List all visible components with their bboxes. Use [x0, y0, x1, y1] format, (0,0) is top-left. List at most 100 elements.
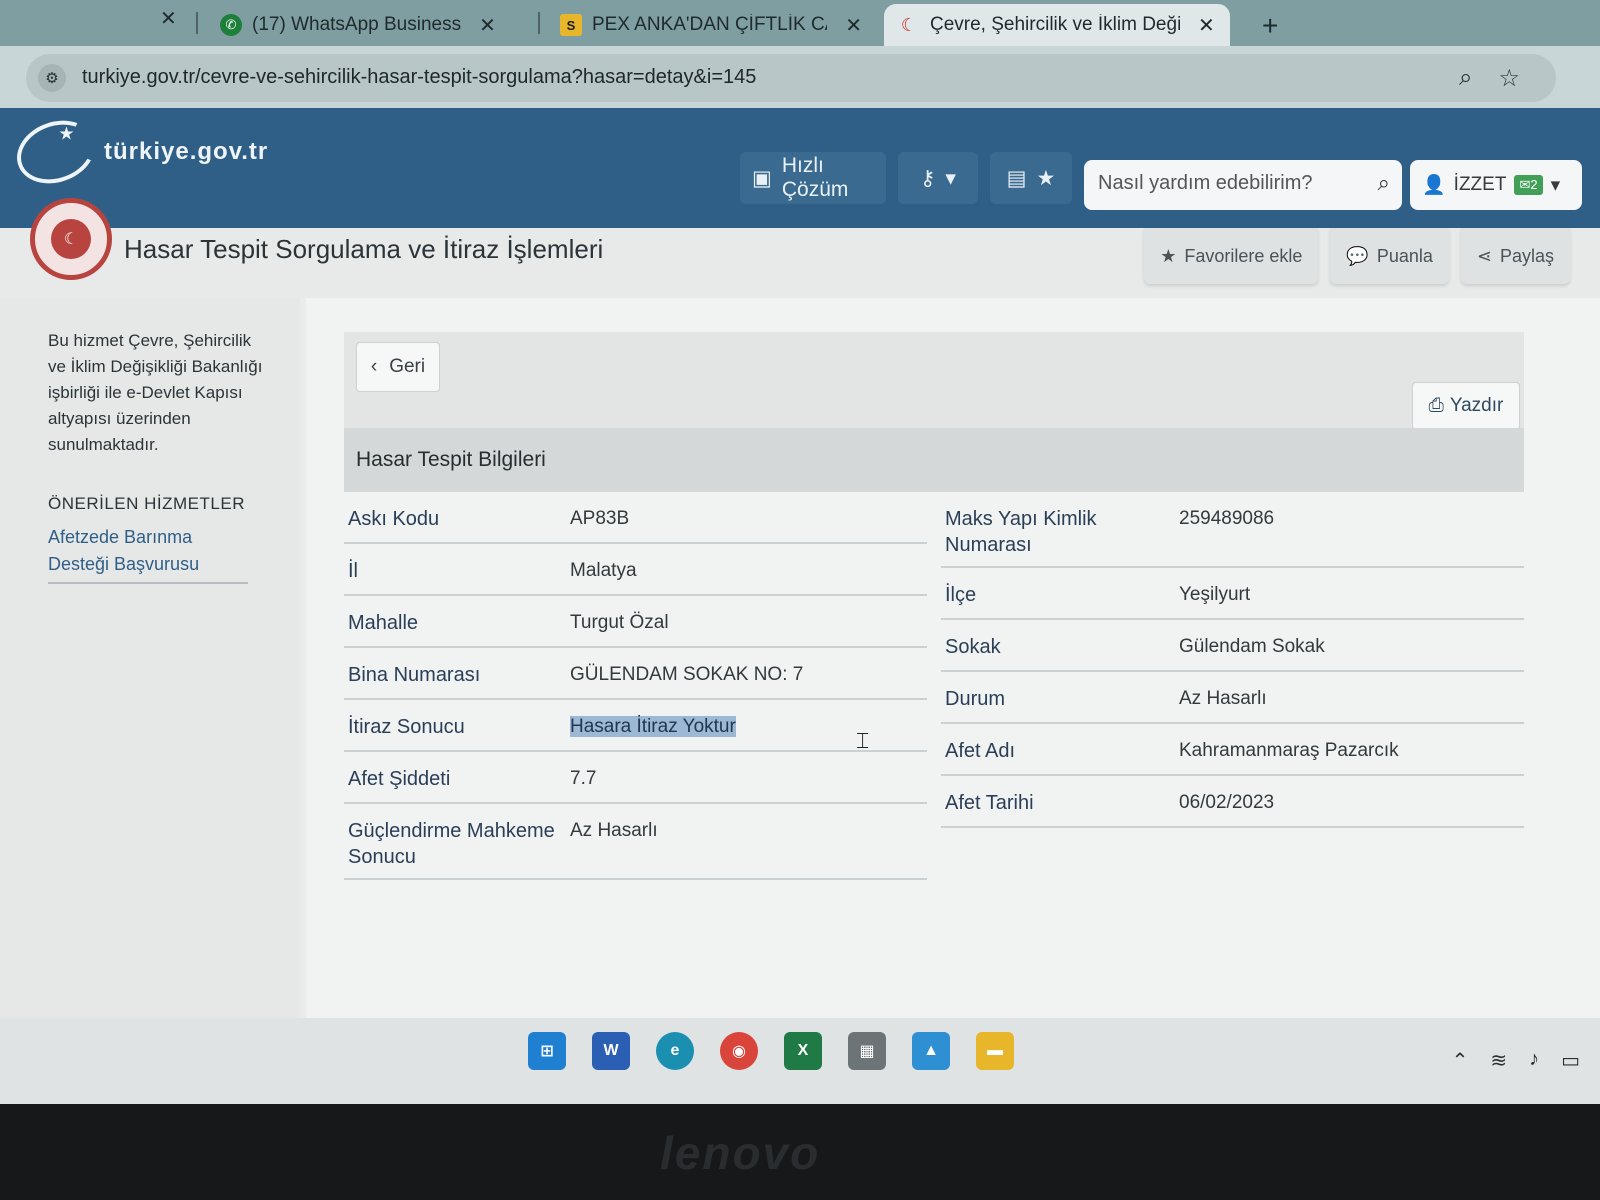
field-label: Afet Tarihi — [945, 792, 1034, 814]
toolbar-panel — [344, 332, 1524, 428]
suggested-service-link[interactable]: Afetzede Barınma Desteği Başvurusu — [48, 524, 248, 584]
close-tab-icon[interactable]: ✕ — [479, 13, 496, 38]
field-label: Askı Kodu — [348, 508, 440, 530]
field-row: İtiraz Sonucu Hasara İtiraz Yoktur — [344, 700, 927, 752]
field-row: Mahalle Turgut Özal — [344, 596, 927, 648]
field-row: Maks Yapı Kimlik Numarası 259489086 — [941, 492, 1524, 568]
print-button[interactable]: ⎙ Yazdır — [1412, 382, 1520, 430]
wifi-icon[interactable]: ≋ — [1490, 1048, 1507, 1073]
chevron-up-icon[interactable]: ⌃ — [1452, 1048, 1469, 1073]
windows-start-icon[interactable]: ⊞ — [528, 1032, 566, 1070]
service-info-text: Bu hizmet Çevre, Şehircilik ve İklim Değ… — [48, 331, 263, 454]
user-icon: 👤 — [1422, 175, 1446, 196]
share-icon: ⋖ — [1476, 245, 1492, 266]
field-row: İl Malatya — [344, 544, 927, 596]
chrome-icon[interactable]: ◉ — [720, 1032, 758, 1070]
right-column: Maks Yapı Kimlik Numarası 259489086 İlçe Y… — [941, 492, 1524, 880]
field-value: AP83B — [570, 508, 630, 529]
tab-pex-anka[interactable]: S PEX ANKA'DAN ÇİFTLİK CADDE ✕ — [546, 4, 876, 46]
field-row: Güçlendirme Mahkeme Sonucu Az Hasarlı — [344, 804, 927, 880]
battery-icon[interactable]: ▭ — [1561, 1048, 1580, 1073]
back-label: Geri — [389, 356, 426, 377]
chevron-down-icon: ▾ — [1550, 174, 1561, 196]
chevron-left-icon: ‹ — [370, 356, 378, 377]
new-tab-icon[interactable]: + — [1262, 10, 1278, 42]
s-site-icon: S — [560, 14, 582, 36]
field-value: Az Hasarlı — [1179, 688, 1267, 709]
field-label: İl — [348, 560, 358, 582]
field-row: Bina Numarası GÜLENDAM SOKAK NO: 7 — [344, 648, 927, 700]
close-tab-icon[interactable]: ✕ — [1198, 13, 1215, 38]
field-label: İlçe — [945, 584, 977, 606]
rate-label: Puanla — [1376, 245, 1433, 266]
quick-solution-label: Hızlı Çözüm — [781, 154, 849, 201]
field-row: Afet Tarihi 06/02/2023 — [941, 776, 1524, 828]
field-row: Askı Kodu AP83B — [344, 492, 927, 544]
id-card-favorites-button[interactable]: ▤ ★ — [990, 152, 1072, 204]
field-value: 7.7 — [570, 768, 597, 789]
photos-icon[interactable]: ▲ — [912, 1032, 950, 1070]
share-button[interactable]: ⋖ Paylaş — [1460, 228, 1570, 284]
damage-info-grid: Askı Kodu AP83B İl Malatya Mahalle Turgut Ö… — [344, 492, 1524, 880]
calculator-icon[interactable]: ▦ — [848, 1032, 886, 1070]
field-row: Afet Adı Kahramanmaraş Pazarcık — [941, 724, 1524, 776]
field-value: Malatya — [570, 560, 637, 581]
file-explorer-icon[interactable]: ▬ — [976, 1032, 1014, 1070]
chat-icon: ▣ — [752, 166, 772, 190]
main-content: ‹ Geri ⎙ Yazdır Hasar Tespit Bilgileri A… — [306, 298, 1600, 1018]
quick-solution-button[interactable]: ▣ Hızlı Çözüm — [740, 152, 886, 204]
tab-separator — [538, 12, 540, 34]
tab-label: Çevre, Şehircilik ve İklim Değişil — [930, 14, 1180, 35]
user-menu[interactable]: 👤 İZZET ✉2 ▾ — [1410, 160, 1582, 210]
accessibility-menu-button[interactable]: ⚷ ▾ — [898, 152, 978, 204]
url-text[interactable]: turkiye.gov.tr/cevre-ve-sehircilik-hasar… — [82, 66, 756, 89]
field-row: Afet Şiddeti 7.7 — [344, 752, 927, 804]
section-title: Hasar Tespit Bilgileri — [356, 448, 546, 471]
site-settings-icon[interactable]: ⚙ — [38, 64, 66, 92]
logo-text: türkiye.gov.tr — [104, 138, 269, 165]
tab-separator — [196, 12, 198, 34]
ministry-emblem-icon: ☾ — [30, 198, 112, 280]
field-label: Afet Adı — [945, 740, 1016, 762]
rate-button[interactable]: 💬 Puanla — [1330, 228, 1449, 284]
field-value: Kahramanmaraş Pazarcık — [1179, 740, 1399, 761]
whatsapp-icon: ✆ — [220, 14, 242, 36]
print-label: Yazdır — [1449, 395, 1504, 416]
zoom-icon[interactable]: ⌕ — [1459, 64, 1472, 93]
section-header: Hasar Tespit Bilgileri — [344, 428, 1524, 492]
field-value: Gülendam Sokak — [1179, 636, 1325, 657]
excel-icon[interactable]: X — [784, 1032, 822, 1070]
turkiye-gov-logo[interactable]: türkiye.gov.tr — [8, 110, 269, 194]
page-title-bar: ☾ Hasar Tespit Sorgulama ve İtiraz İşlem… — [0, 198, 1600, 298]
search-icon[interactable]: ⌕ — [1378, 170, 1390, 196]
field-label: Mahalle — [348, 612, 419, 634]
mouse-cursor-icon: ⌶ — [856, 728, 870, 753]
field-label: Maks Yapı Kimlik Numarası — [945, 508, 1097, 556]
message-badge: ✉2 — [1514, 175, 1543, 195]
back-button[interactable]: ‹ Geri — [356, 342, 440, 392]
field-value: 06/02/2023 — [1179, 792, 1275, 813]
field-label: Bina Numarası — [348, 664, 481, 686]
volume-icon[interactable]: ♪ — [1529, 1048, 1539, 1073]
turkiye-gov-icon: ☾ — [900, 14, 918, 35]
edge-icon[interactable]: e — [656, 1032, 694, 1070]
tab-label: (17) WhatsApp Business — [252, 14, 462, 35]
chevron-down-icon: ▾ — [945, 166, 956, 190]
bookmark-star-icon[interactable]: ☆ — [1498, 64, 1520, 93]
omnibox[interactable]: ⚙ turkiye.gov.tr/cevre-ve-sehircilik-has… — [26, 54, 1556, 102]
add-favorite-button[interactable]: ★ Favorilere ekle — [1144, 228, 1319, 284]
close-tab-icon[interactable]: ✕ — [160, 6, 177, 31]
tab-label: PEX ANKA'DAN ÇİFTLİK CADDE — [591, 14, 827, 35]
user-name: İZZET — [1453, 174, 1507, 195]
close-tab-icon[interactable]: ✕ — [845, 13, 862, 38]
message-count: 2 — [1530, 177, 1538, 192]
selected-field-value: Hasara İtiraz Yoktur — [570, 716, 736, 737]
tab-cevre-sehircilik[interactable]: ☾ Çevre, Şehircilik ve İklim Değişil ✕ — [884, 4, 1230, 46]
browser-tab-bar: ✕ ✆ (17) WhatsApp Business ✕ S PEX ANKA'… — [0, 0, 1600, 46]
field-value: Yeşilyurt — [1179, 584, 1251, 605]
search-input[interactable] — [1098, 172, 1358, 195]
page-body: Bu hizmet Çevre, Şehircilik ve İklim Değ… — [0, 298, 1600, 1018]
tab-whatsapp[interactable]: ✆ (17) WhatsApp Business ✕ — [206, 4, 536, 46]
word-icon[interactable]: W — [592, 1032, 630, 1070]
lenovo-logo: lenovo — [660, 1127, 821, 1179]
